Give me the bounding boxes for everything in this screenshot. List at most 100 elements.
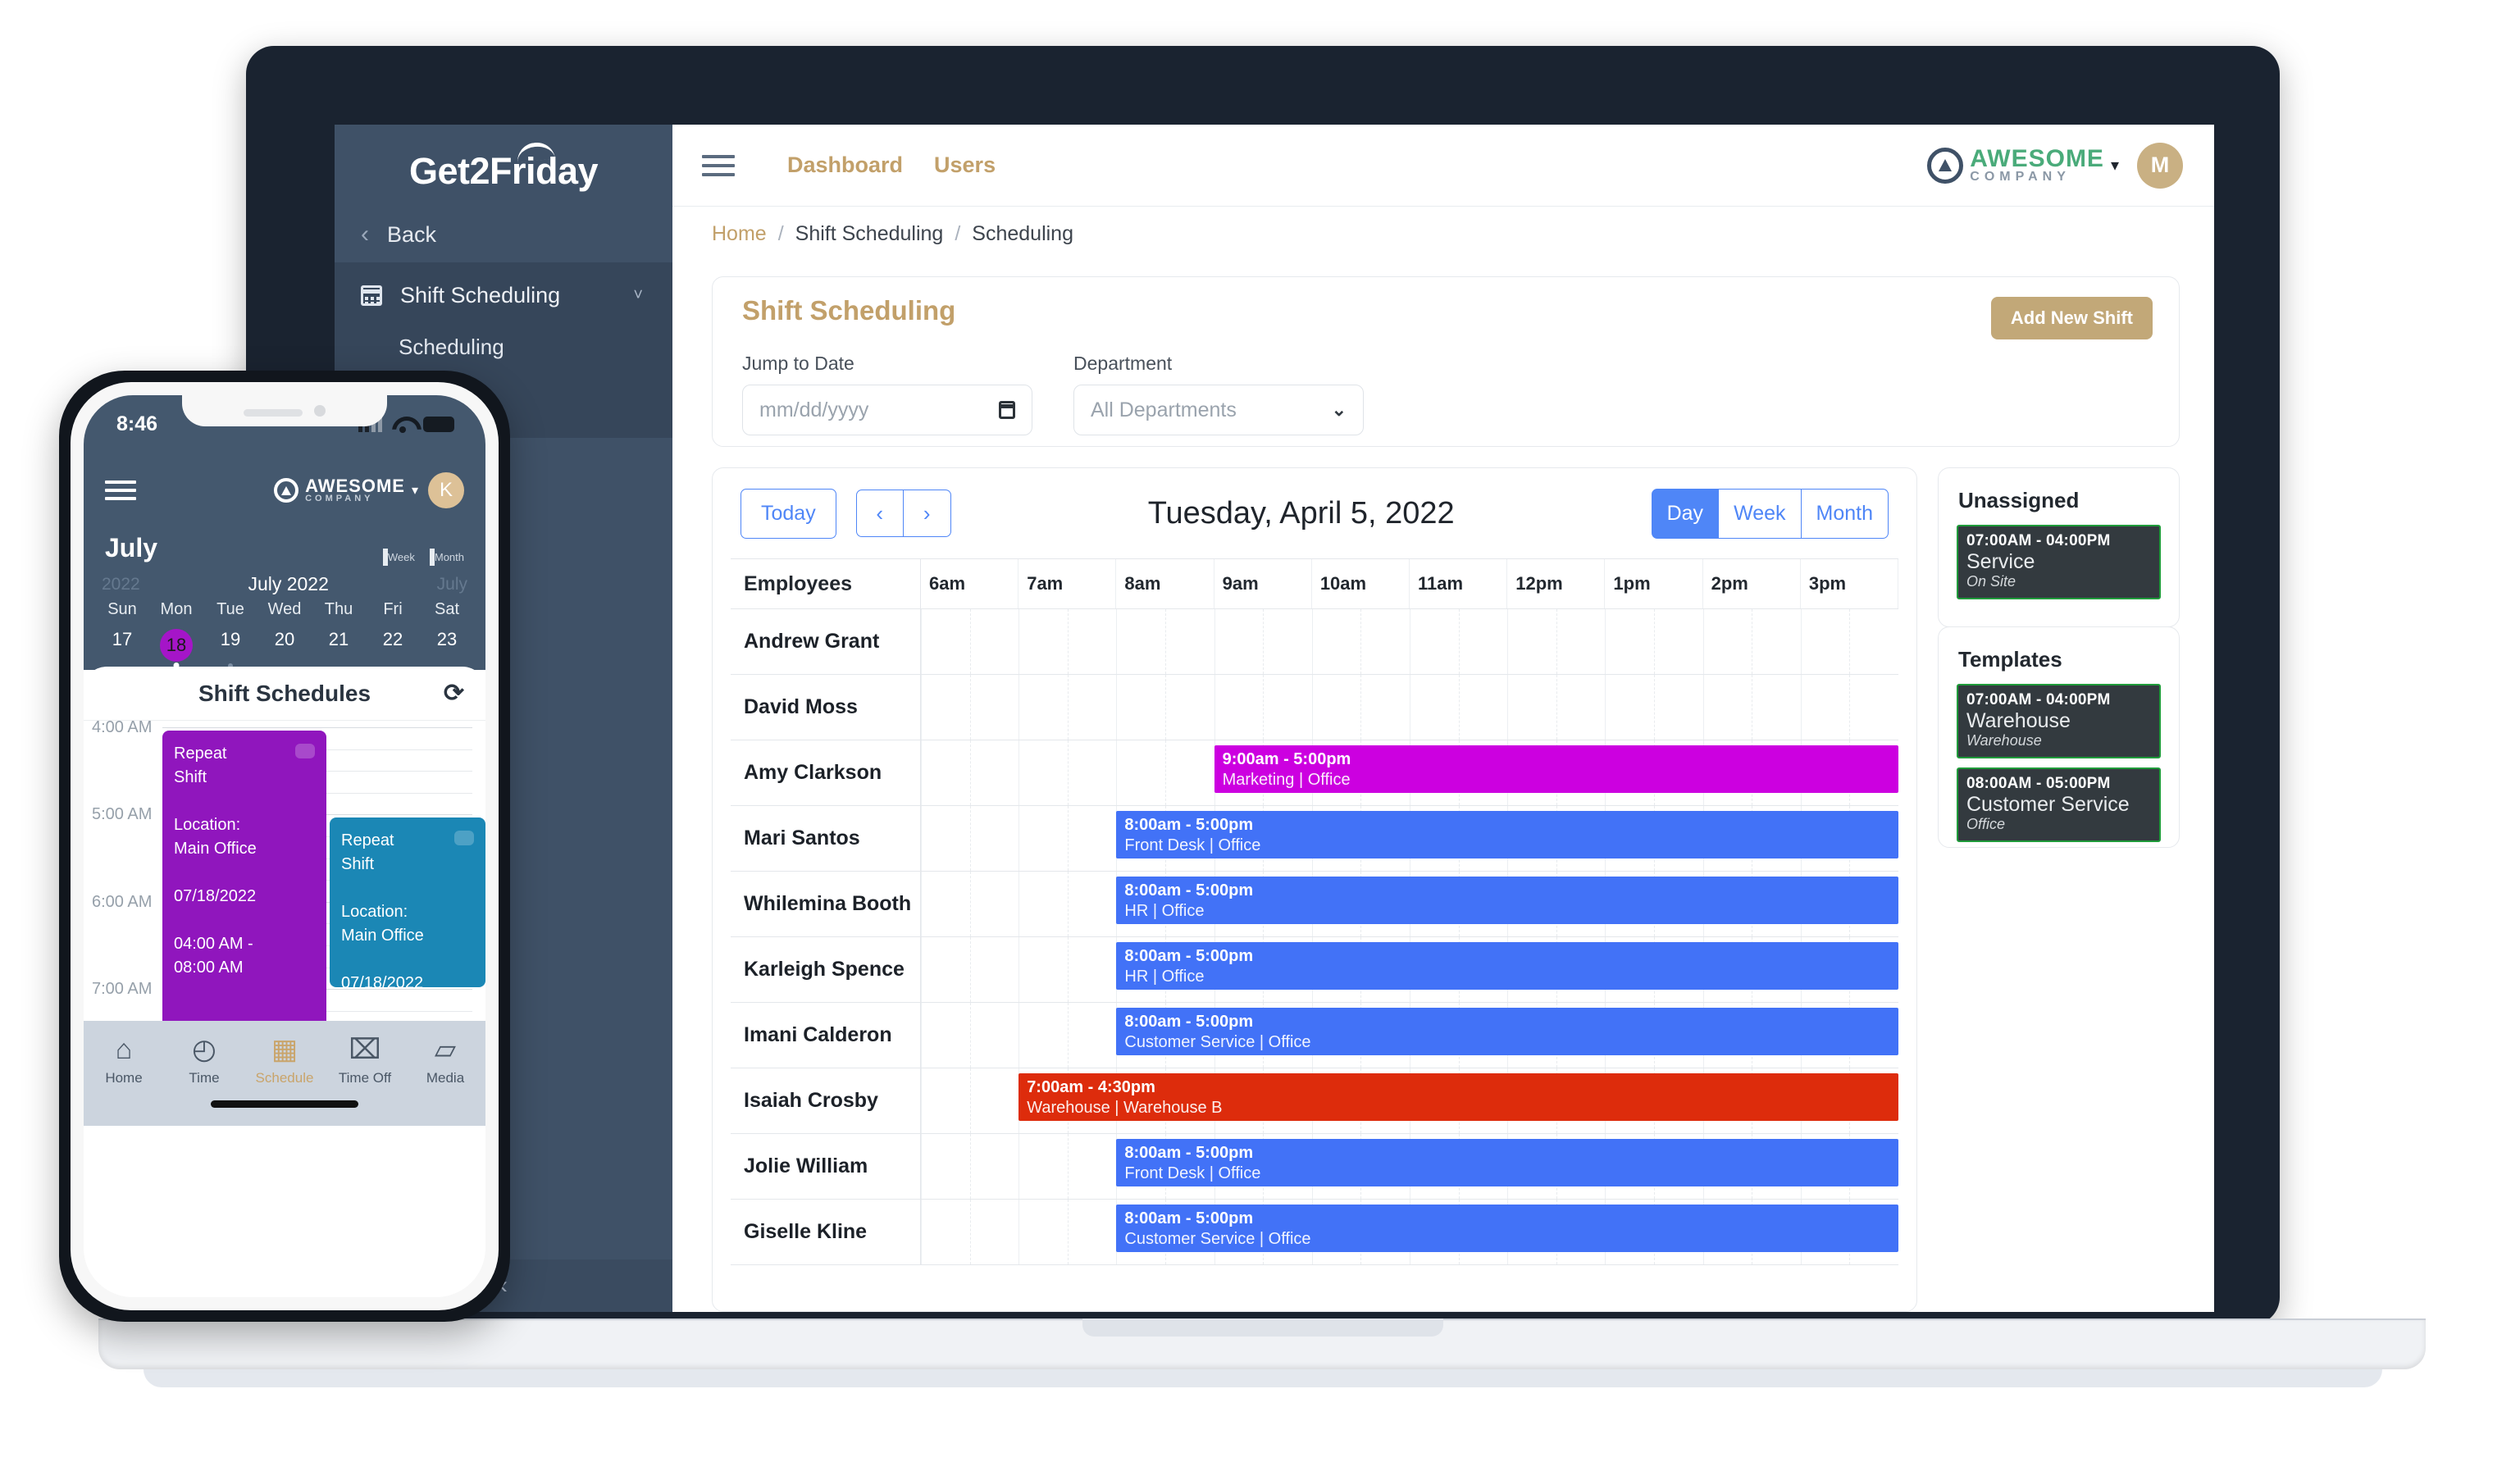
day-cell[interactable]: 21 xyxy=(312,626,366,670)
unassigned-shift-chip[interactable]: 07:00AM - 04:00PM Service On Site xyxy=(1957,525,2161,599)
shift-track[interactable]: 8:00am - 5:00pm Customer Service | Office xyxy=(921,1200,1898,1264)
sidebar-back-button[interactable]: ‹ Back xyxy=(335,207,672,262)
shift-time: 8:00am - 5:00pm xyxy=(1124,947,1254,965)
app-logo[interactable]: Get2Friday xyxy=(335,125,672,207)
shift-track[interactable]: 8:00am - 5:00pm Customer Service | Office xyxy=(921,1003,1898,1068)
column-header-time: 11am xyxy=(1410,559,1508,608)
top-nav: Dashboard Users xyxy=(787,153,996,178)
day-cell[interactable]: 20 xyxy=(257,626,312,670)
tab-time-off[interactable]: ⌧ Time Off xyxy=(325,1032,405,1086)
refresh-icon[interactable]: ⟳ xyxy=(444,679,464,708)
breadcrumb-section[interactable]: Shift Scheduling xyxy=(795,222,944,246)
date-input[interactable]: mm/dd/yyyy xyxy=(742,385,1032,435)
shift-track[interactable]: 7:00am - 4:30pm Warehouse | Warehouse B xyxy=(921,1068,1898,1133)
template-chip[interactable]: 07:00AM - 04:00PM Warehouse Warehouse xyxy=(1957,684,2161,758)
today-button[interactable]: Today xyxy=(741,488,836,539)
phone-clock: 8:46 xyxy=(116,412,158,435)
table-row[interactable]: Andrew Grant xyxy=(731,609,1898,675)
avatar[interactable]: M xyxy=(2137,142,2183,189)
agenda-event-card[interactable]: Repeat Shift Location: Main Office 07/18/2… xyxy=(330,817,485,988)
table-row[interactable]: Mari Santos 8:00am - 5:00pm Front Desk | O… xyxy=(731,806,1898,872)
shift-block[interactable]: 7:00am - 4:30pm Warehouse | Warehouse B xyxy=(1018,1073,1898,1121)
template-chip[interactable]: 08:00AM - 05:00PM Customer Service Offic… xyxy=(1957,767,2161,842)
breadcrumb-home[interactable]: Home xyxy=(712,222,767,246)
shift-block[interactable]: 8:00am - 5:00pm Customer Service | Office xyxy=(1116,1008,1898,1055)
shift-track[interactable]: 8:00am - 5:00pm HR | Office xyxy=(921,937,1898,1002)
unassigned-panel: Unassigned 07:00AM - 04:00PM Service On … xyxy=(1938,467,2180,627)
table-row[interactable]: Isaiah Crosby 7:00am - 4:30pm Warehouse | … xyxy=(731,1068,1898,1134)
nav-link-users[interactable]: Users xyxy=(934,153,996,178)
shift-track[interactable]: 8:00am - 5:00pm Front Desk | Office xyxy=(921,1134,1898,1199)
tab-media[interactable]: ▱ Media xyxy=(405,1032,485,1086)
grid-line-half xyxy=(1556,675,1557,740)
table-row[interactable]: Jolie William 8:00am - 5:00pm Front Desk |… xyxy=(731,1134,1898,1200)
shift-track[interactable]: 9:00am - 5:00pm Marketing | Office xyxy=(921,740,1898,805)
page-title: Shift Scheduling xyxy=(742,295,956,326)
add-new-shift-button[interactable]: Add New Shift xyxy=(1990,297,2153,339)
employee-name: Jolie William xyxy=(731,1134,921,1199)
table-row[interactable]: Amy Clarkson 9:00am - 5:00pm Marketing | O… xyxy=(731,740,1898,806)
day-cell[interactable]: 23 xyxy=(420,626,474,670)
shift-track[interactable] xyxy=(921,675,1898,740)
calendar-icon[interactable] xyxy=(999,401,1015,419)
tab-time[interactable]: ◴ Time xyxy=(164,1032,244,1086)
hamburger-icon[interactable] xyxy=(105,480,136,500)
schedule-grid-header: Employees 6am 7am 8am 9am 10am 11am 12pm… xyxy=(731,558,1899,609)
day-cell[interactable]: 19 xyxy=(203,626,257,670)
table-row[interactable]: Whilemina Booth 8:00am - 5:00pm HR | Offic… xyxy=(731,872,1898,937)
grid-line-half xyxy=(1067,937,1069,1002)
table-row[interactable]: Giselle Kline 8:00am - 5:00pm Customer Ser… xyxy=(731,1200,1898,1265)
table-row[interactable]: Karleigh Spence 8:00am - 5:00pm HR | Offic… xyxy=(731,937,1898,1003)
view-month-button[interactable]: Month xyxy=(1801,488,1889,539)
day-number: 22 xyxy=(382,629,403,649)
department-select[interactable]: All Departments ⌄ xyxy=(1073,385,1364,435)
grid-line xyxy=(1702,609,1704,674)
day-number: 18 xyxy=(160,629,193,662)
date-nav-group: ‹ › xyxy=(855,490,951,537)
app-logo-text: Get2Friday xyxy=(408,150,599,192)
sidebar-item-scheduling[interactable]: Scheduling xyxy=(335,321,672,372)
grid-line xyxy=(1214,675,1215,740)
prev-day-button[interactable]: ‹ xyxy=(855,490,904,537)
shift-block[interactable]: 8:00am - 5:00pm Customer Service | Office xyxy=(1116,1205,1898,1252)
avatar[interactable]: K xyxy=(428,472,464,508)
tab-home[interactable]: ⌂ Home xyxy=(84,1032,164,1086)
view-day-button[interactable]: Day xyxy=(1651,488,1720,539)
grid-line xyxy=(1018,806,1020,871)
nav-link-dashboard[interactable]: Dashboard xyxy=(787,153,903,178)
shift-block[interactable]: 8:00am - 5:00pm HR | Office xyxy=(1116,877,1898,924)
day-cell[interactable]: 22 xyxy=(366,626,420,670)
table-row[interactable]: David Moss xyxy=(731,675,1898,740)
shift-track[interactable]: 8:00am - 5:00pm Front Desk | Office xyxy=(921,806,1898,871)
hamburger-icon[interactable] xyxy=(702,154,735,176)
view-month-button[interactable]: Month xyxy=(429,549,464,566)
sidebar-item-shift-scheduling[interactable]: Shift Scheduling ˅ xyxy=(335,269,672,321)
view-week-button[interactable]: Week xyxy=(382,549,415,566)
company-switcher[interactable]: AWESOME COMPANY ▾ xyxy=(1927,146,2119,184)
shift-block[interactable]: 8:00am - 5:00pm Front Desk | Office xyxy=(1116,811,1898,858)
next-period-label[interactable]: July xyxy=(437,575,467,594)
grid-line-half xyxy=(1067,1134,1069,1199)
phone-weekday-headers: Sun Mon Tue Wed Thu Fri Sat xyxy=(84,600,485,626)
event-title: Repeat xyxy=(174,745,227,763)
tab-schedule[interactable]: ▦ Schedule xyxy=(244,1032,325,1086)
battery-icon xyxy=(423,416,454,432)
shift-block[interactable]: 8:00am - 5:00pm Front Desk | Office xyxy=(1116,1139,1898,1186)
calendar-x-icon: ⌧ xyxy=(349,1034,381,1065)
current-period-label: July 2022 xyxy=(248,573,329,594)
shift-track[interactable]: 8:00am - 5:00pm HR | Office xyxy=(921,872,1898,936)
shift-block[interactable]: 8:00am - 5:00pm HR | Office xyxy=(1116,942,1898,990)
phone-company-switcher[interactable]: AWESOME COMPANY ▾ xyxy=(274,476,418,503)
sidebar-subitem-label: Scheduling xyxy=(399,334,504,359)
view-week-button[interactable]: Week xyxy=(1719,488,1802,539)
prev-period-label[interactable]: 2022 xyxy=(102,575,140,594)
day-cell-selected[interactable]: 18 xyxy=(149,626,203,670)
shift-block[interactable]: 9:00am - 5:00pm Marketing | Office xyxy=(1214,745,1898,793)
day-cell[interactable]: 17 xyxy=(95,626,149,670)
chevron-down-icon: ▾ xyxy=(2110,157,2119,175)
next-day-button[interactable]: › xyxy=(903,490,951,537)
shift-track[interactable] xyxy=(921,609,1898,674)
breadcrumb-separator: / xyxy=(777,221,784,245)
shift-meta: HR | Office xyxy=(1124,968,1205,986)
table-row[interactable]: Imani Calderon 8:00am - 5:00pm Customer Se… xyxy=(731,1003,1898,1068)
